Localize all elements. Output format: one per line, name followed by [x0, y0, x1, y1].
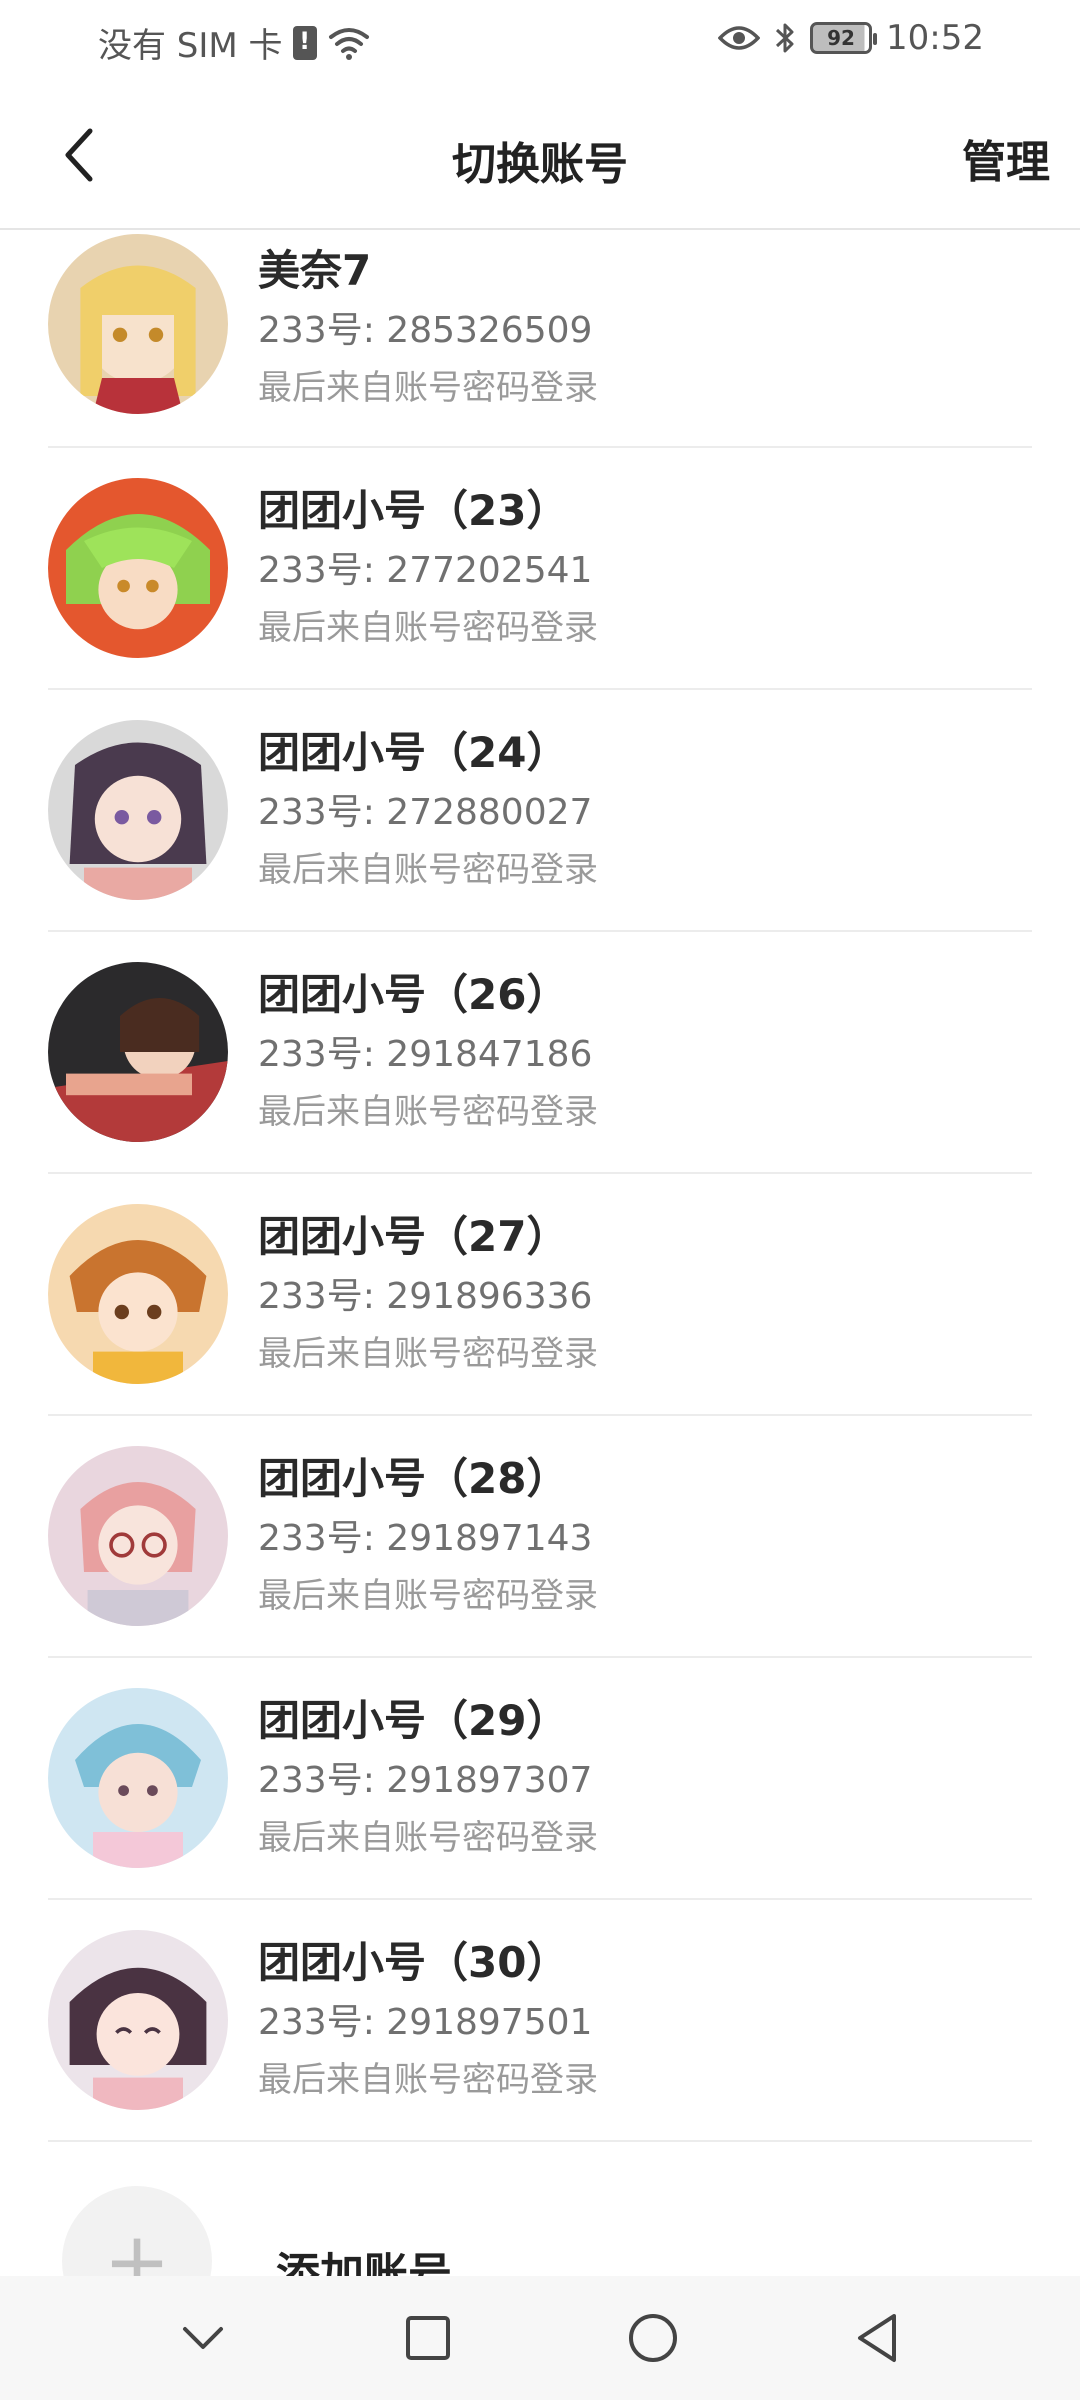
- account-item[interactable]: 美奈7 233号: 285326509 最后来自账号密码登录: [48, 230, 1032, 448]
- page-title: 切换账号: [452, 139, 628, 190]
- account-last-login: 最后来自账号密码登录: [258, 1818, 598, 1858]
- account-last-login: 最后来自账号密码登录: [258, 368, 598, 408]
- avatar: [48, 720, 228, 900]
- account-info: 团团小号（29） 233号: 291897307 最后来自账号密码登录: [258, 1692, 598, 1866]
- home-button[interactable]: [623, 2308, 683, 2368]
- account-name: 团团小号（29）: [258, 1696, 569, 1745]
- account-info: 团团小号（23） 233号: 277202541 最后来自账号密码登录: [258, 482, 598, 656]
- account-info: 团团小号（24） 233号: 272880027 最后来自账号密码登录: [258, 724, 598, 898]
- account-item[interactable]: 团团小号（24） 233号: 272880027 最后来自账号密码登录: [48, 690, 1032, 932]
- account-info: 美奈7 233号: 285326509 最后来自账号密码登录: [258, 242, 598, 416]
- home-circle-icon: [628, 2314, 677, 2362]
- recents-button[interactable]: [398, 2308, 458, 2368]
- account-name: 团团小号（26）: [258, 970, 569, 1019]
- sim-alert-icon: [292, 25, 317, 60]
- account-uid: 233号: 291896336: [258, 1276, 593, 1317]
- account-uid: 233号: 291897501: [258, 2002, 593, 2043]
- account-uid: 233号: 285326509: [258, 310, 593, 351]
- account-item[interactable]: 团团小号（29） 233号: 291897307 最后来自账号密码登录: [48, 1658, 1032, 1900]
- chevron-down-icon: [182, 2327, 223, 2349]
- avatar: [48, 1204, 228, 1384]
- avatar: [48, 1930, 228, 2110]
- avatar: [48, 1446, 228, 1626]
- account-info: 团团小号（26） 233号: 291847186 最后来自账号密码登录: [258, 966, 598, 1140]
- account-list: 美奈7 233号: 285326509 最后来自账号密码登录 团团小号（23） …: [48, 230, 1032, 2142]
- battery-level: 92: [827, 26, 855, 50]
- status-right: 92 10:52: [718, 18, 984, 58]
- recents-square-icon: [405, 2316, 450, 2360]
- carrier-text: 没有 SIM 卡: [98, 26, 283, 66]
- system-nav-bar: [0, 2276, 1080, 2400]
- bluetooth-icon: [775, 23, 794, 53]
- avatar: [48, 1688, 228, 1868]
- account-uid: 233号: 291897143: [258, 1518, 593, 1559]
- account-name: 团团小号（27）: [258, 1212, 569, 1261]
- account-name: 团团小号（24）: [258, 728, 569, 777]
- account-name: 团团小号（28）: [258, 1454, 569, 1503]
- wifi-icon: [328, 27, 369, 60]
- app-header: 切换账号 管理: [0, 80, 1080, 230]
- account-item[interactable]: 团团小号（26） 233号: 291847186 最后来自账号密码登录: [48, 932, 1032, 1174]
- account-uid: 233号: 291897307: [258, 1760, 593, 1801]
- account-last-login: 最后来自账号密码登录: [258, 1576, 598, 1616]
- status-left: 没有 SIM 卡: [98, 18, 371, 67]
- account-uid: 233号: 272880027: [258, 792, 593, 833]
- back-triangle-icon: [857, 2314, 896, 2362]
- account-last-login: 最后来自账号密码登录: [258, 1334, 598, 1374]
- manage-button[interactable]: 管理: [962, 126, 1050, 190]
- account-last-login: 最后来自账号密码登录: [258, 850, 598, 890]
- avatar: [48, 234, 228, 414]
- account-item[interactable]: 团团小号（30） 233号: 291897501 最后来自账号密码登录: [48, 1900, 1032, 2142]
- account-info: 团团小号（28） 233号: 291897143 最后来自账号密码登录: [258, 1450, 598, 1624]
- account-item[interactable]: 团团小号（23） 233号: 277202541 最后来自账号密码登录: [48, 448, 1032, 690]
- eye-icon: [718, 26, 761, 50]
- account-info: 团团小号（27） 233号: 291896336 最后来自账号密码登录: [258, 1208, 598, 1382]
- account-name: 团团小号（23）: [258, 486, 569, 535]
- account-info: 团团小号（30） 233号: 291897501 最后来自账号密码登录: [258, 1934, 598, 2108]
- account-uid: 233号: 277202541: [258, 550, 593, 591]
- account-last-login: 最后来自账号密码登录: [258, 2060, 598, 2100]
- account-name: 美奈7: [258, 246, 372, 295]
- avatar: [48, 478, 228, 658]
- status-bar: 没有 SIM 卡 92 10:52: [0, 0, 1080, 80]
- back-nav-button[interactable]: [848, 2308, 908, 2368]
- hide-keyboard-button[interactable]: [173, 2308, 233, 2368]
- account-last-login: 最后来自账号密码登录: [258, 608, 598, 648]
- account-uid: 233号: 291847186: [258, 1034, 593, 1075]
- account-item[interactable]: 团团小号（28） 233号: 291897143 最后来自账号密码登录: [48, 1416, 1032, 1658]
- battery-icon: 92: [810, 22, 878, 54]
- account-name: 团团小号（30）: [258, 1938, 569, 1987]
- account-last-login: 最后来自账号密码登录: [258, 1092, 598, 1132]
- avatar: [48, 962, 228, 1142]
- clock-text: 10:52: [886, 18, 984, 58]
- account-item[interactable]: 团团小号（27） 233号: 291896336 最后来自账号密码登录: [48, 1174, 1032, 1416]
